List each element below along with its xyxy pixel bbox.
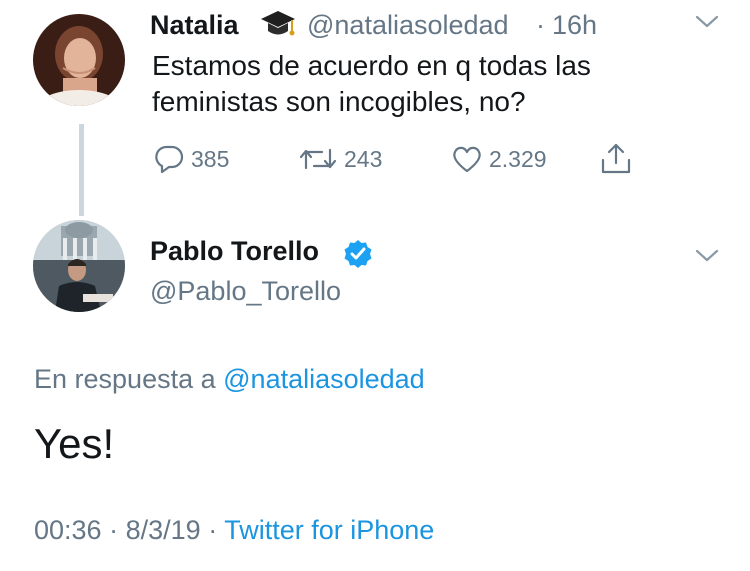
- tweet1-author-name[interactable]: Natalia: [150, 10, 239, 41]
- tweet2-meta: 00:36 · 8/3/19 · Twitter for iPhone: [34, 515, 434, 546]
- share-button[interactable]: [599, 142, 639, 176]
- reply-to-handle-link[interactable]: @nataliasoledad: [223, 364, 425, 394]
- source-link[interactable]: Twitter for iPhone: [224, 515, 434, 545]
- reply-button[interactable]: 385: [153, 142, 229, 176]
- share-icon: [601, 143, 631, 174]
- reply-prefix: En respuesta a: [34, 364, 216, 394]
- tweet2-author-handle[interactable]: @Pablo_Torello: [150, 276, 341, 307]
- tweet2-text: Yes!: [34, 420, 115, 467]
- like-button[interactable]: 2.329: [451, 142, 547, 176]
- thread-connector-line: [79, 124, 84, 216]
- tweet2-time: 00:36: [34, 515, 102, 545]
- meta-separator: ·: [109, 515, 119, 545]
- reply-icon: [155, 145, 184, 174]
- retweet-count: 243: [344, 145, 383, 172]
- retweet-button[interactable]: 243: [298, 142, 382, 176]
- tweet1-separator: ·: [536, 10, 545, 40]
- tweet2-date: 8/3/19: [125, 515, 201, 545]
- meta-separator: ·: [208, 515, 218, 545]
- graduation-cap-icon: [260, 8, 296, 47]
- retweet-icon: [299, 148, 337, 170]
- tweet1-time[interactable]: 16h: [552, 10, 597, 41]
- tweet2-more-chevron-icon[interactable]: [693, 246, 721, 266]
- verified-badge-icon: [343, 239, 373, 274]
- avatar-natalia[interactable]: [33, 14, 125, 106]
- tweet1-author-handle[interactable]: @nataliasoledad: [307, 10, 509, 41]
- heart-icon: [453, 146, 481, 173]
- reply-context: En respuesta a @nataliasoledad: [34, 364, 425, 395]
- avatar-pablo-torello[interactable]: [33, 220, 125, 312]
- tweet1-more-chevron-icon[interactable]: [693, 12, 721, 32]
- like-count: 2.329: [489, 145, 547, 172]
- reply-count: 385: [191, 145, 230, 172]
- tweet2-author-name[interactable]: Pablo Torello: [150, 236, 319, 267]
- tweet1-text: Estamos de acuerdo en q todas las femini…: [152, 50, 591, 117]
